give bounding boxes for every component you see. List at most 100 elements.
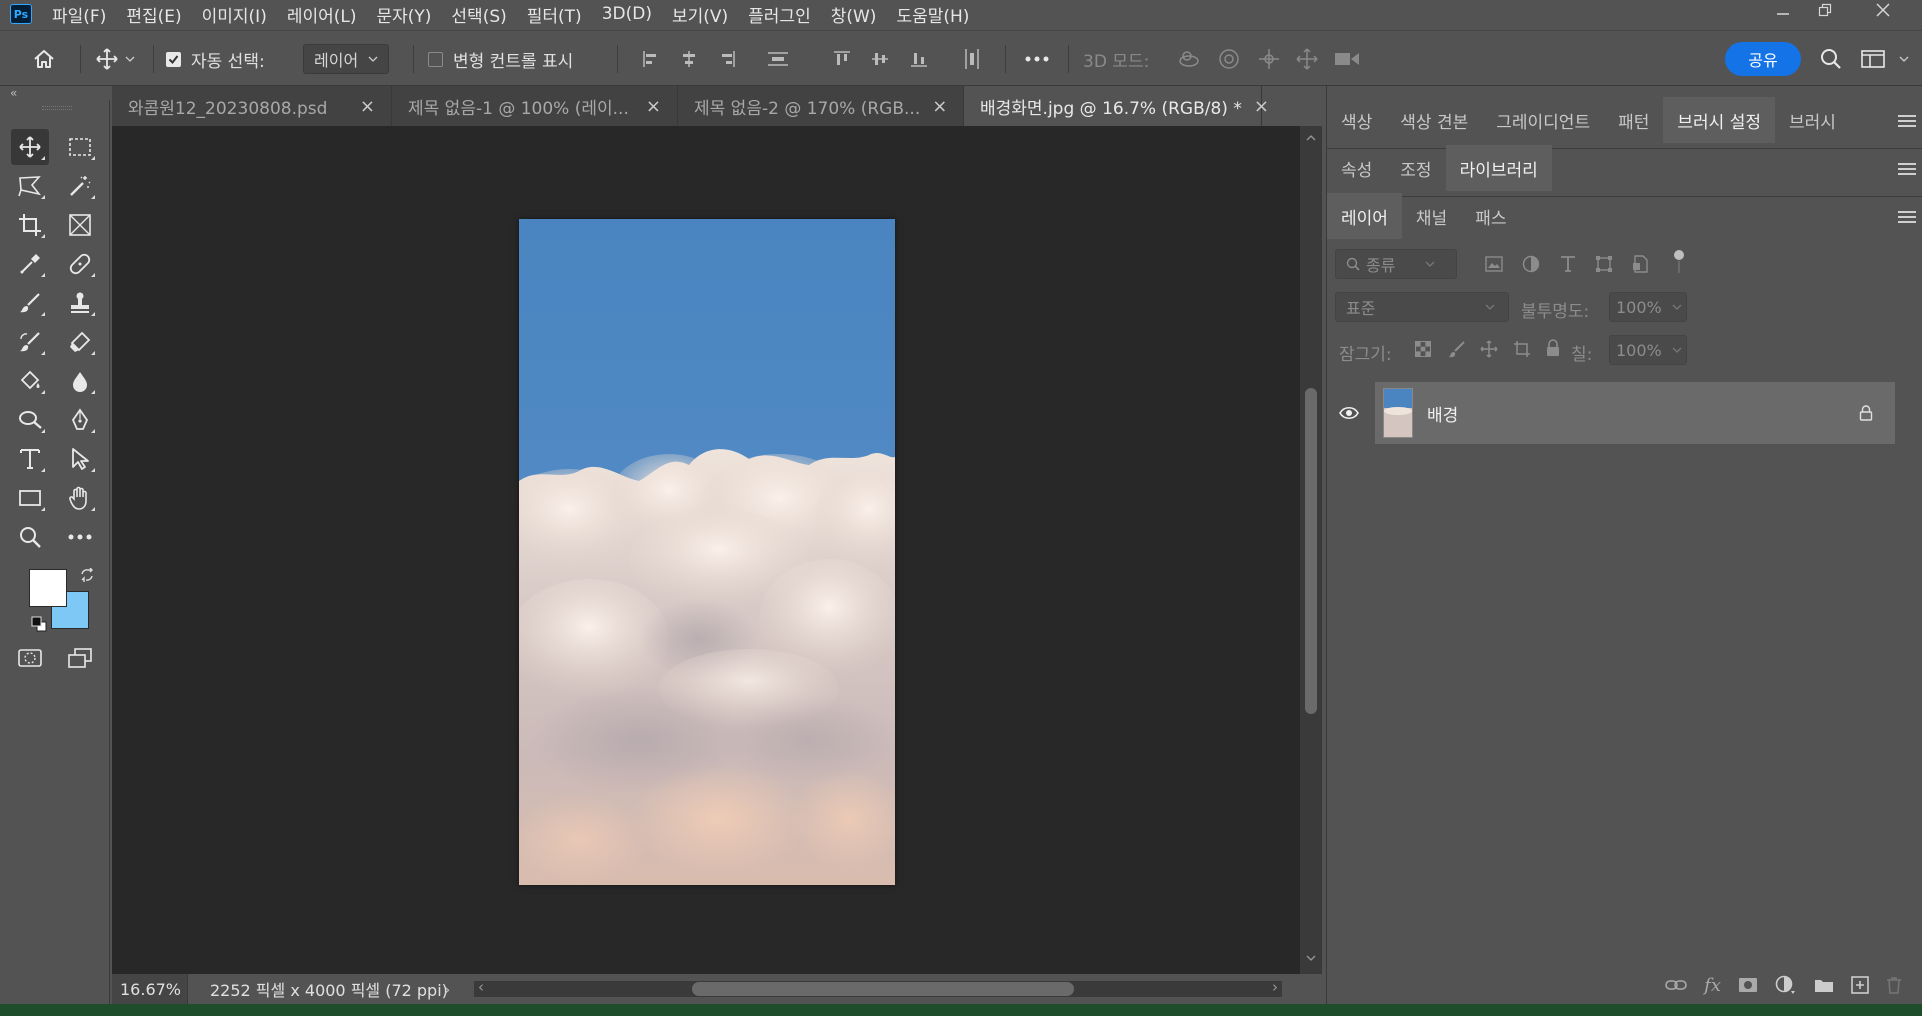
paint-bucket-tool[interactable] bbox=[11, 363, 49, 399]
horizontal-scroll-thumb[interactable] bbox=[692, 982, 1074, 996]
blur-tool[interactable] bbox=[61, 363, 99, 399]
layer-style-button[interactable]: fx bbox=[1704, 975, 1721, 996]
path-selection-tool[interactable] bbox=[61, 441, 99, 477]
move-tool[interactable] bbox=[11, 129, 49, 165]
vertical-scroll-thumb[interactable] bbox=[1305, 388, 1317, 714]
new-group-button[interactable] bbox=[1814, 977, 1834, 993]
tab-brushes[interactable]: 브러시 bbox=[1775, 97, 1850, 143]
close-window-button[interactable] bbox=[1864, 0, 1902, 20]
panel-menu-icon[interactable] bbox=[1898, 163, 1916, 177]
search-button[interactable] bbox=[1814, 31, 1848, 87]
tab-properties[interactable]: 속성 bbox=[1327, 145, 1386, 191]
lock-all-button[interactable] bbox=[1545, 339, 1561, 357]
tab-wacom-psd[interactable]: 와콤원12_20230808.psd × bbox=[112, 86, 392, 126]
marquee-tool[interactable] bbox=[61, 129, 99, 165]
tab-patterns[interactable]: 패턴 bbox=[1604, 97, 1663, 143]
zoom-level-field[interactable]: 16.67% bbox=[112, 974, 188, 1004]
home-button[interactable] bbox=[24, 31, 64, 87]
canvas-area[interactable] bbox=[112, 126, 1300, 974]
tab-adjustments[interactable]: 조정 bbox=[1386, 145, 1445, 191]
tab-gradients[interactable]: 그레이디언트 bbox=[1482, 97, 1604, 143]
menu-help[interactable]: 도움말(H) bbox=[896, 2, 969, 27]
more-options-button[interactable] bbox=[1020, 31, 1054, 87]
show-transform-checkbox[interactable] bbox=[428, 51, 443, 67]
lock-image-pixels-button[interactable] bbox=[1448, 340, 1466, 358]
roll-3d-button[interactable] bbox=[1214, 31, 1244, 87]
tab-channels[interactable]: 채널 bbox=[1402, 193, 1461, 239]
panel-menu-icon[interactable] bbox=[1898, 211, 1916, 225]
menu-image[interactable]: 이미지(I) bbox=[202, 2, 267, 27]
scale-3d-button[interactable] bbox=[1332, 31, 1362, 87]
auto-select-target-dropdown[interactable]: 레이어 bbox=[303, 31, 390, 87]
new-adjustment-layer-button[interactable] bbox=[1775, 975, 1797, 995]
menu-view[interactable]: 보기(V) bbox=[672, 2, 728, 27]
eyedropper-tool[interactable] bbox=[11, 246, 49, 282]
foreground-color-swatch[interactable] bbox=[29, 569, 67, 607]
more-tools[interactable] bbox=[61, 519, 99, 555]
dodge-tool[interactable] bbox=[11, 402, 49, 438]
filter-type-layer-button[interactable] bbox=[1559, 255, 1577, 273]
filter-adjustment-layer-button[interactable] bbox=[1522, 255, 1540, 273]
tab-color[interactable]: 색상 bbox=[1327, 97, 1386, 143]
filter-shape-layer-button[interactable] bbox=[1595, 255, 1613, 273]
close-tab-icon[interactable]: × bbox=[932, 96, 947, 117]
orbit-3d-button[interactable] bbox=[1174, 31, 1204, 87]
close-tab-icon[interactable]: × bbox=[1254, 96, 1269, 117]
workspace-dropdown[interactable] bbox=[1894, 31, 1914, 87]
toolbar-grip[interactable] bbox=[42, 106, 72, 110]
panel-menu-icon[interactable] bbox=[1898, 115, 1916, 129]
align-bottom-button[interactable] bbox=[904, 31, 934, 87]
filter-toggle-switch[interactable] bbox=[1673, 249, 1685, 275]
lock-artboard-button[interactable] bbox=[1513, 340, 1531, 358]
menu-file[interactable]: 파일(F) bbox=[52, 2, 106, 27]
magic-wand-tool[interactable] bbox=[61, 168, 99, 204]
slide-3d-button[interactable] bbox=[1292, 31, 1322, 87]
auto-select-checkbox[interactable] bbox=[166, 51, 181, 67]
restore-button[interactable] bbox=[1806, 0, 1844, 20]
menu-window[interactable]: 창(W) bbox=[831, 2, 877, 27]
vertical-scrollbar[interactable] bbox=[1300, 126, 1322, 974]
horizontal-scrollbar[interactable]: ‹ › bbox=[474, 978, 1282, 997]
tab-libraries[interactable]: 라이브러리 bbox=[1445, 145, 1552, 191]
menu-plugins[interactable]: 플러그인 bbox=[748, 2, 811, 27]
menu-filter[interactable]: 필터(T) bbox=[527, 2, 582, 27]
share-button[interactable]: 공유 bbox=[1725, 42, 1801, 76]
align-left-button[interactable] bbox=[636, 31, 666, 87]
close-tab-icon[interactable]: × bbox=[360, 96, 375, 117]
zoom-tool[interactable] bbox=[11, 519, 49, 555]
tab-swatches[interactable]: 색상 견본 bbox=[1386, 97, 1482, 143]
clone-stamp-tool[interactable] bbox=[61, 285, 99, 321]
scroll-right-icon[interactable]: › bbox=[1272, 978, 1278, 996]
lock-position-button[interactable] bbox=[1480, 340, 1498, 358]
lasso-tool[interactable] bbox=[11, 168, 49, 204]
menu-edit[interactable]: 편집(E) bbox=[126, 2, 181, 27]
eraser-tool[interactable] bbox=[61, 324, 99, 360]
swap-colors-button[interactable] bbox=[80, 568, 94, 582]
workspace-switcher-button[interactable] bbox=[1856, 31, 1890, 87]
status-menu-arrow-icon[interactable]: › bbox=[444, 980, 450, 999]
distribute-horizontal-button[interactable] bbox=[957, 31, 987, 87]
pen-tool[interactable] bbox=[61, 402, 99, 438]
brush-tool[interactable] bbox=[11, 285, 49, 321]
crop-tool[interactable] bbox=[11, 207, 49, 243]
close-tab-icon[interactable]: × bbox=[646, 96, 661, 117]
tab-brush-settings[interactable]: 브러시 설정 bbox=[1663, 97, 1775, 143]
collapse-toolbar-icon[interactable]: « bbox=[10, 86, 17, 100]
default-colors-button[interactable] bbox=[31, 616, 47, 632]
document-canvas[interactable] bbox=[519, 219, 895, 885]
opacity-input[interactable]: 100% bbox=[1609, 292, 1687, 322]
scroll-left-icon[interactable]: ‹ bbox=[478, 978, 484, 996]
minimize-button[interactable] bbox=[1764, 0, 1802, 20]
new-layer-button[interactable] bbox=[1851, 976, 1869, 994]
align-vertical-center-button[interactable] bbox=[865, 31, 895, 87]
hand-tool[interactable] bbox=[61, 480, 99, 516]
frame-tool[interactable] bbox=[61, 207, 99, 243]
layer-filter-kind-dropdown[interactable]: 종류 bbox=[1335, 249, 1457, 279]
tab-paths[interactable]: 패스 bbox=[1461, 193, 1520, 239]
blend-mode-dropdown[interactable]: 표준 bbox=[1335, 292, 1509, 322]
menu-layer[interactable]: 레이어(L) bbox=[287, 2, 357, 27]
rectangle-tool[interactable] bbox=[11, 480, 49, 516]
quick-mask-button[interactable] bbox=[11, 640, 49, 676]
distribute-vertical-button[interactable] bbox=[763, 31, 793, 87]
filter-smart-object-button[interactable] bbox=[1631, 255, 1649, 273]
